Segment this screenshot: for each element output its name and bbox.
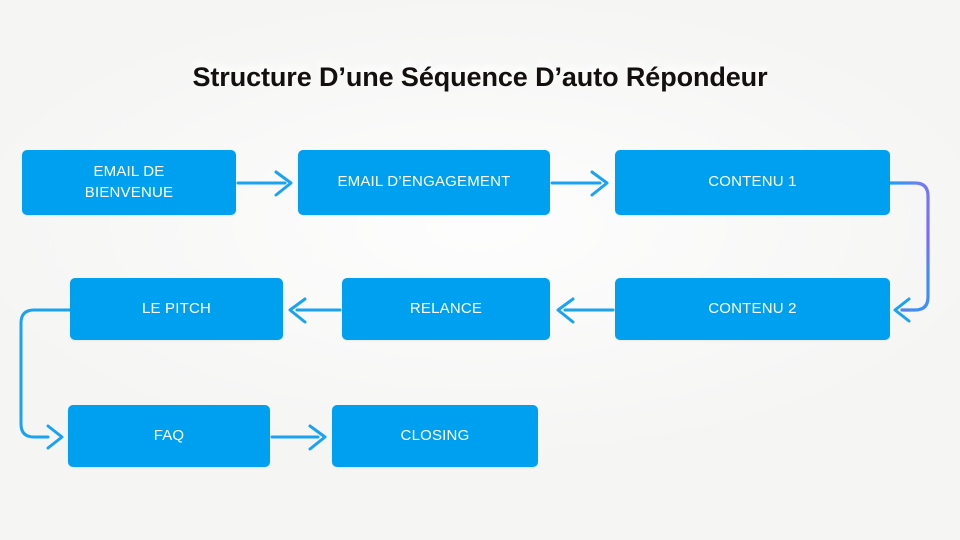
node-faq[interactable]: FAQ — [68, 405, 270, 467]
node-email-de-bienvenue[interactable]: EMAIL DE BIENVENUE — [22, 150, 236, 215]
node-label-line1: EMAIL DE — [93, 163, 165, 181]
edge-engagement-to-contenu1 — [550, 170, 609, 197]
node-label: CONTENU 2 — [708, 299, 797, 317]
node-email-dengagement[interactable]: EMAIL D’ENGAGEMENT — [298, 150, 550, 215]
edge-bienvenue-to-engagement — [236, 170, 293, 197]
page-title: Structure D’une Séquence D’auto Répondeu… — [192, 62, 768, 92]
node-label: RELANCE — [409, 299, 483, 317]
edge-relance-to-lepitch — [288, 297, 342, 324]
node-label: LE PITCH — [141, 299, 212, 317]
node-label: FAQ — [153, 426, 185, 444]
node-contenu-1[interactable]: CONTENU 1 — [615, 150, 890, 215]
edge-lepitch-to-faq — [19, 308, 72, 450]
node-relance[interactable]: RELANCE — [342, 278, 550, 340]
node-label-line2: BIENVENUE — [84, 183, 174, 201]
node-closing[interactable]: CLOSING — [332, 405, 538, 467]
edge-contenu2-to-relance — [556, 297, 615, 324]
diagram-canvas: Structure D’une Séquence D’auto Répondeu… — [0, 0, 960, 540]
node-label: EMAIL D’ENGAGEMENT — [337, 173, 511, 191]
node-label: CONTENU 1 — [708, 173, 797, 191]
edge-contenu1-to-contenu2 — [888, 181, 930, 323]
node-contenu-2[interactable]: CONTENU 2 — [615, 278, 890, 340]
edge-faq-to-closing — [270, 424, 327, 451]
node-label: EMAIL DE BIENVENUE — [69, 162, 190, 203]
node-le-pitch[interactable]: LE PITCH — [70, 278, 283, 340]
node-label: CLOSING — [400, 426, 470, 444]
